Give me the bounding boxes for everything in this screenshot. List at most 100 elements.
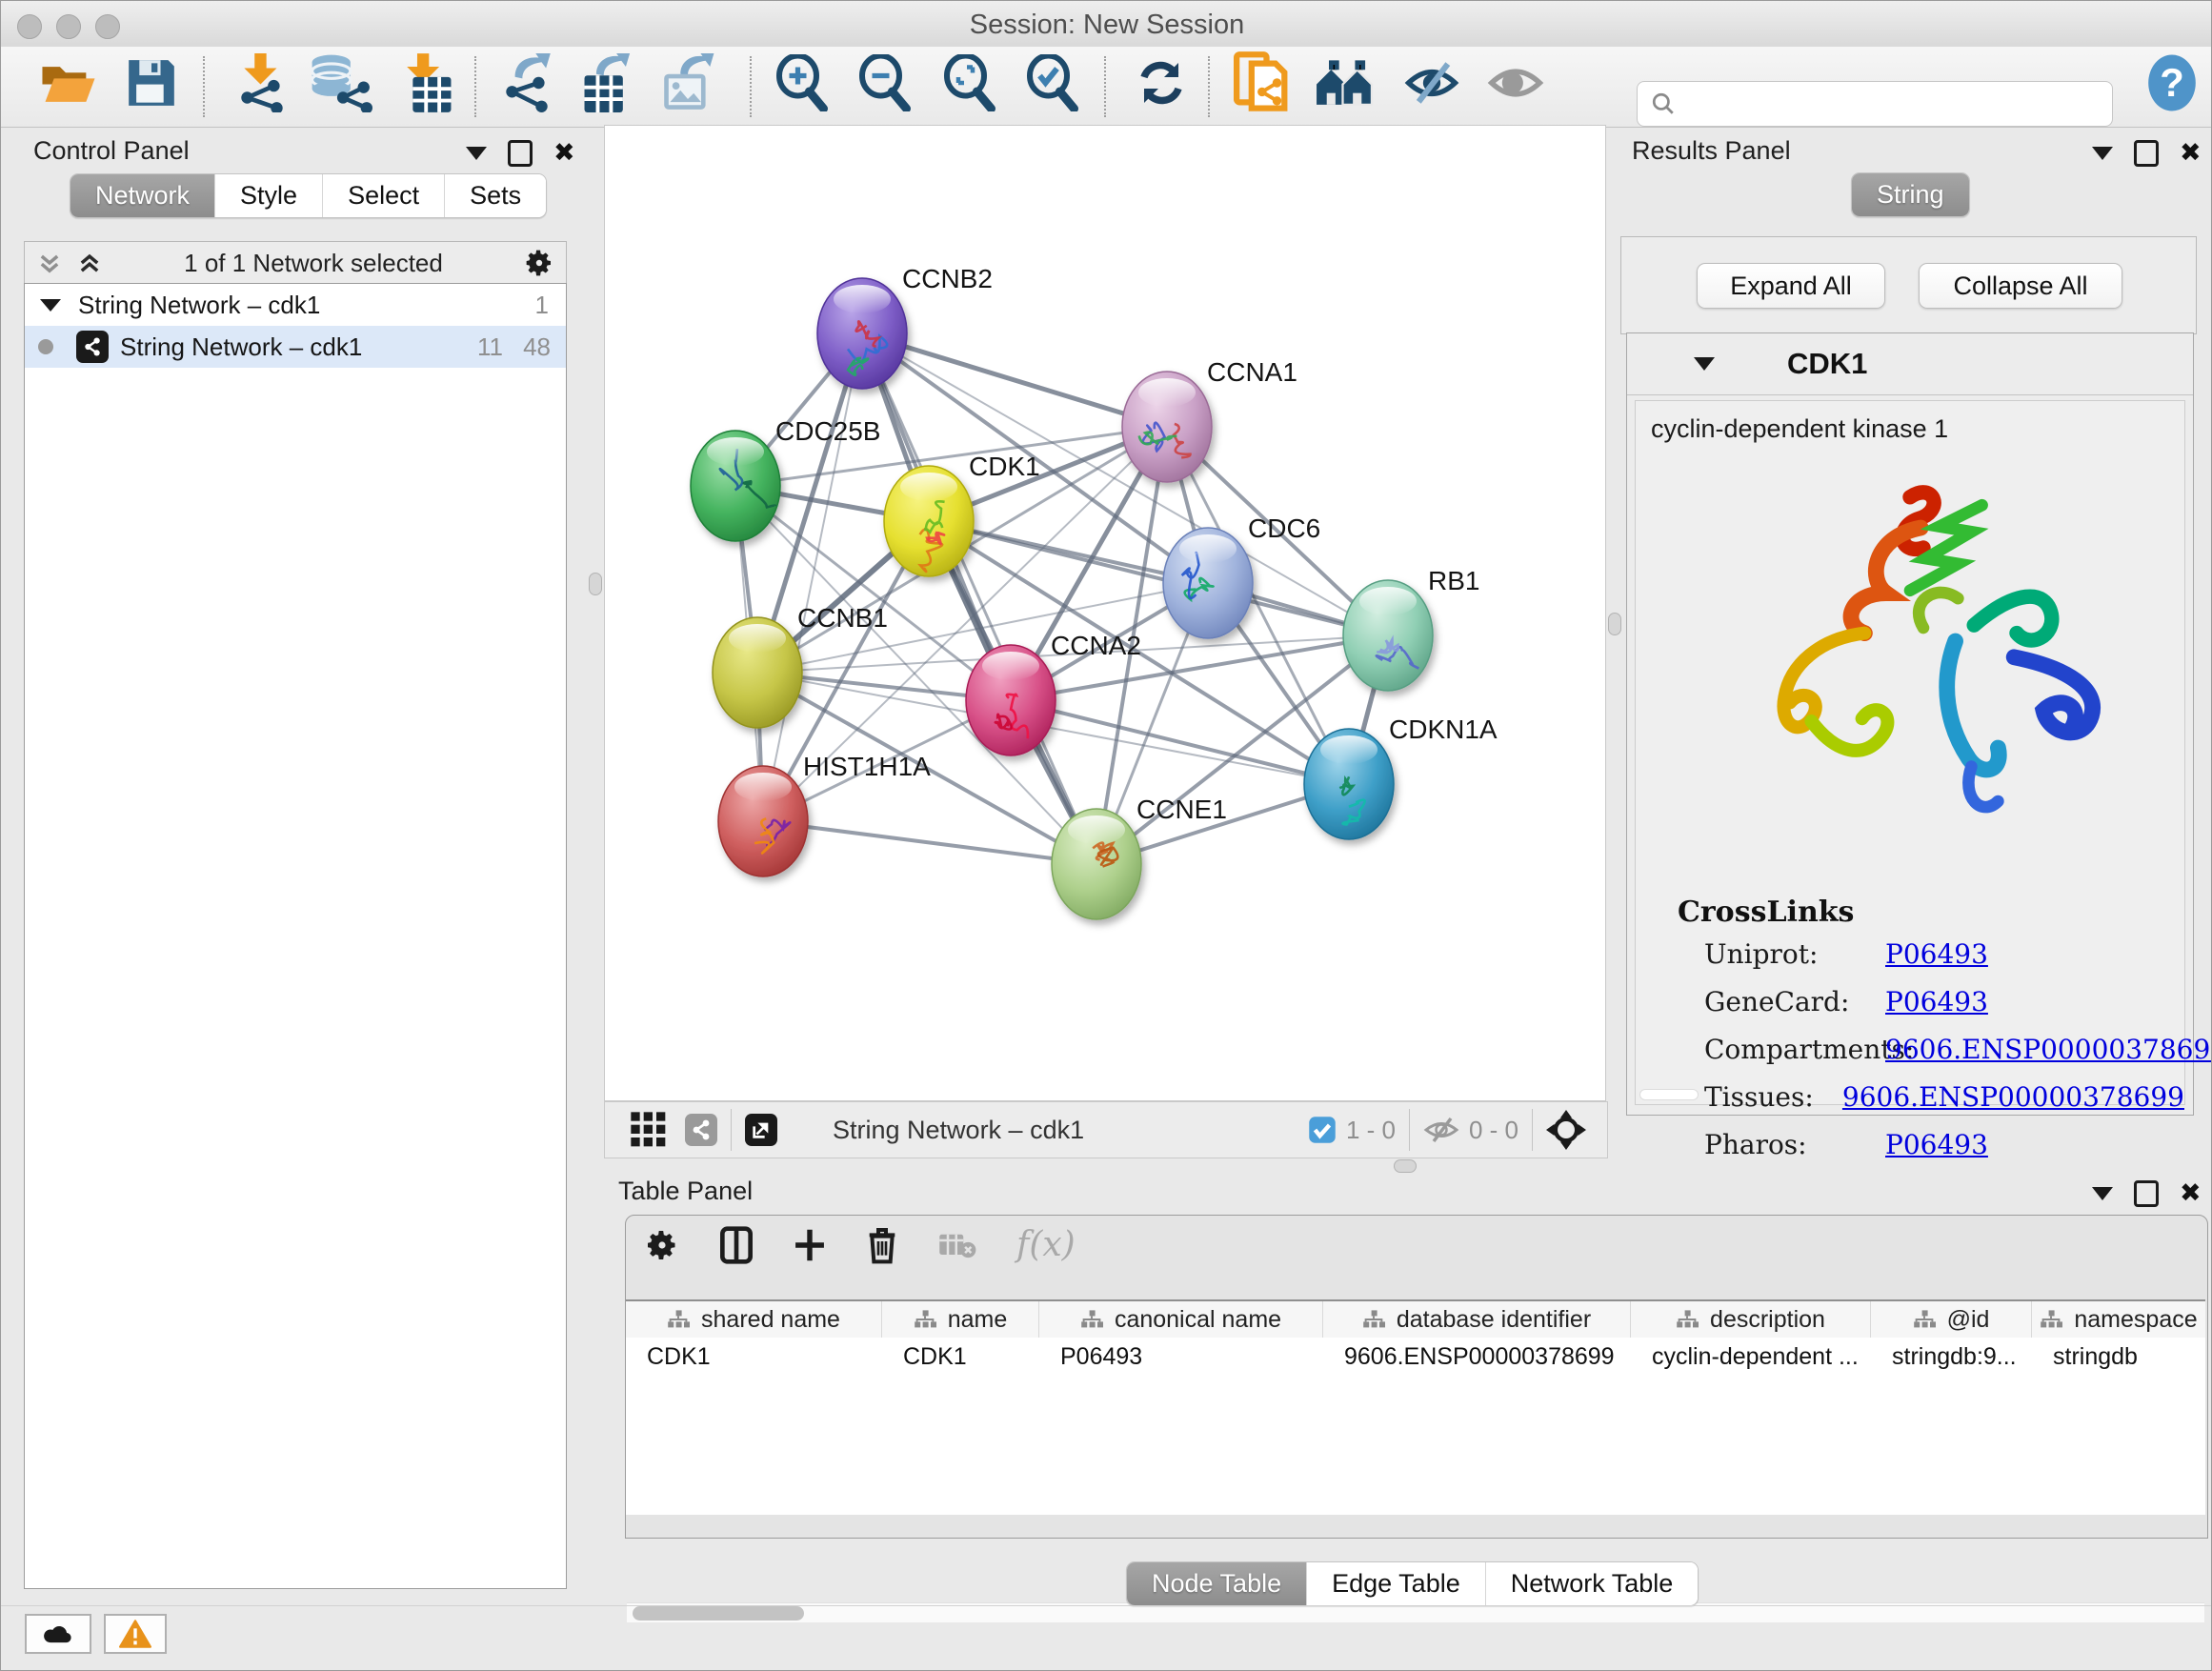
- refresh-view-button[interactable]: [1136, 52, 1186, 113]
- protein-node-CCNA1[interactable]: [1122, 372, 1212, 482]
- column-header-name[interactable]: name: [882, 1301, 1039, 1338]
- node-label: CDK1: [969, 452, 1040, 481]
- duplicate-network-button[interactable]: [1234, 52, 1289, 113]
- tab-network-table[interactable]: Network Table: [1486, 1562, 1699, 1605]
- protein-node-CCNB1[interactable]: [713, 617, 802, 728]
- column-header-namespace[interactable]: namespace: [2032, 1301, 2205, 1338]
- show-columns-icon[interactable]: [719, 1226, 754, 1264]
- node-label: CCNB1: [797, 603, 888, 633]
- table-options-gear-icon[interactable]: [645, 1228, 679, 1262]
- network-canvas[interactable]: CCNB2CCNA1CDC25BCDK1CDC6RB1CCNB1CCNA2CDK…: [604, 125, 1606, 1101]
- pharos-link[interactable]: P06493: [1885, 1129, 1988, 1160]
- hidden-eye-icon[interactable]: [1423, 1116, 1459, 1144]
- help-button[interactable]: ?: [2146, 52, 2198, 113]
- tab-edge-table[interactable]: Edge Table: [1307, 1562, 1486, 1605]
- collapse-all-networks-icon[interactable]: [76, 250, 103, 276]
- protein-node-CDC25B[interactable]: [691, 431, 780, 541]
- zoom-in-button[interactable]: [774, 52, 830, 113]
- cell-shared-name[interactable]: CDK1: [626, 1338, 881, 1376]
- selected-checkbox-icon[interactable]: [1308, 1116, 1337, 1144]
- tab-sets[interactable]: Sets: [445, 174, 546, 217]
- float-panel-icon[interactable]: [508, 140, 533, 167]
- left-split-handle[interactable]: [589, 573, 602, 595]
- cell-database-identifier[interactable]: 9606.ENSP00000378699: [1323, 1338, 1630, 1376]
- cell-id[interactable]: stringdb:9...: [1871, 1338, 2031, 1376]
- collapse-panel-icon[interactable]: [2092, 1187, 2113, 1200]
- network-row[interactable]: String Network – cdk1 11 48: [25, 326, 566, 368]
- tab-string[interactable]: String: [1852, 173, 1969, 216]
- close-panel-icon[interactable]: ✖: [2180, 143, 2202, 164]
- genecard-link[interactable]: P06493: [1885, 986, 1988, 1017]
- protein-node-HIST1H1A[interactable]: [718, 766, 808, 876]
- zoom-fit-button[interactable]: [942, 52, 997, 113]
- zoom-selected-button[interactable]: [1025, 52, 1080, 113]
- tab-style[interactable]: Style: [215, 174, 323, 217]
- fit-content-crosshair-icon[interactable]: [1546, 1110, 1586, 1150]
- eye-icon: [1487, 60, 1544, 106]
- tissues-link[interactable]: 9606.ENSP00000378699: [1842, 1081, 2184, 1113]
- save-session-button[interactable]: [126, 52, 177, 113]
- tab-network[interactable]: Network: [70, 174, 215, 217]
- protein-node-CDC6[interactable]: [1163, 528, 1253, 638]
- close-panel-icon[interactable]: ✖: [2180, 1183, 2202, 1204]
- cell-namespace[interactable]: stringdb: [2032, 1338, 2205, 1376]
- cloud-status-button[interactable]: [25, 1614, 91, 1654]
- column-header-canonical-name[interactable]: canonical name: [1039, 1301, 1323, 1338]
- cell-description[interactable]: cyclin-dependent ...: [1631, 1338, 1870, 1376]
- table-type-tabs: Node Table Edge Table Network Table: [1126, 1561, 1699, 1606]
- network-collection-row[interactable]: String Network – cdk1 1: [25, 284, 566, 326]
- float-panel-icon[interactable]: [2134, 140, 2159, 167]
- export-network-button[interactable]: [500, 52, 553, 113]
- protein-node-CCNA2[interactable]: [966, 645, 1056, 755]
- close-panel-icon[interactable]: ✖: [553, 143, 575, 164]
- cell-canonical-name[interactable]: P06493: [1039, 1338, 1322, 1376]
- hide-selected-button[interactable]: [1404, 52, 1459, 113]
- open-in-browser-icon[interactable]: [745, 1114, 777, 1146]
- protein-name: CDK1: [1787, 347, 1867, 381]
- uniprot-link[interactable]: P06493: [1885, 938, 1988, 970]
- expand-all-button[interactable]: Expand All: [1697, 263, 1885, 309]
- add-column-icon[interactable]: [794, 1227, 826, 1263]
- crosslinks-list: Uniprot:P06493 GeneCard:P06493 Compartme…: [1704, 938, 2184, 1160]
- show-all-button[interactable]: [1487, 52, 1544, 113]
- zoom-out-button[interactable]: [857, 52, 913, 113]
- float-panel-icon[interactable]: [2134, 1180, 2159, 1207]
- search-input[interactable]: [1685, 90, 2112, 118]
- expand-all-networks-icon[interactable]: [36, 250, 63, 276]
- import-network-button[interactable]: [235, 52, 289, 113]
- home-view-button[interactable]: [1314, 52, 1375, 113]
- birds-eye-grid-icon[interactable]: [630, 1111, 668, 1149]
- collapse-all-button[interactable]: Collapse All: [1919, 263, 2122, 309]
- protein-card-header[interactable]: CDK1: [1627, 333, 2193, 395]
- export-image-button[interactable]: [658, 52, 717, 113]
- tab-node-table[interactable]: Node Table: [1127, 1562, 1307, 1605]
- protein-node-CCNE1[interactable]: [1052, 809, 1141, 919]
- node-count: 11: [477, 332, 503, 362]
- collapse-panel-icon[interactable]: [466, 147, 487, 160]
- column-header-id[interactable]: @id: [1871, 1301, 2032, 1338]
- open-session-button[interactable]: [39, 52, 98, 113]
- results-scrollbar-thumb[interactable]: [1639, 1089, 1699, 1100]
- collapse-protein-icon[interactable]: [1694, 357, 1715, 371]
- compartments-link[interactable]: 9606.ENSP00000378699: [1885, 1034, 2212, 1065]
- tab-select[interactable]: Select: [323, 174, 445, 217]
- delete-column-trash-icon[interactable]: [866, 1226, 898, 1264]
- cell-name[interactable]: CDK1: [882, 1338, 1038, 1376]
- import-database-button[interactable]: [308, 52, 372, 113]
- export-table-button[interactable]: [578, 52, 633, 113]
- collapse-panel-icon[interactable]: [2092, 147, 2113, 160]
- protein-node-CDKN1A[interactable]: [1304, 729, 1394, 839]
- protein-node-CCNB2[interactable]: [817, 278, 907, 389]
- network-options-gear-icon[interactable]: [524, 248, 554, 278]
- import-table-button[interactable]: [401, 52, 452, 113]
- column-header-description[interactable]: description: [1631, 1301, 1871, 1338]
- column-header-database-identifier[interactable]: database identifier: [1323, 1301, 1631, 1338]
- protein-node-RB1[interactable]: [1343, 580, 1433, 691]
- tree-expand-icon[interactable]: [40, 299, 61, 312]
- network-graph[interactable]: CCNB2CCNA1CDC25BCDK1CDC6RB1CCNB1CCNA2CDK…: [605, 126, 1605, 1100]
- warnings-button[interactable]: [104, 1614, 167, 1654]
- string-view-icon[interactable]: [685, 1114, 717, 1146]
- column-header-shared-name[interactable]: shared name: [626, 1301, 882, 1338]
- toolbar-separator: [474, 56, 476, 117]
- protein-node-CDK1[interactable]: [884, 466, 974, 576]
